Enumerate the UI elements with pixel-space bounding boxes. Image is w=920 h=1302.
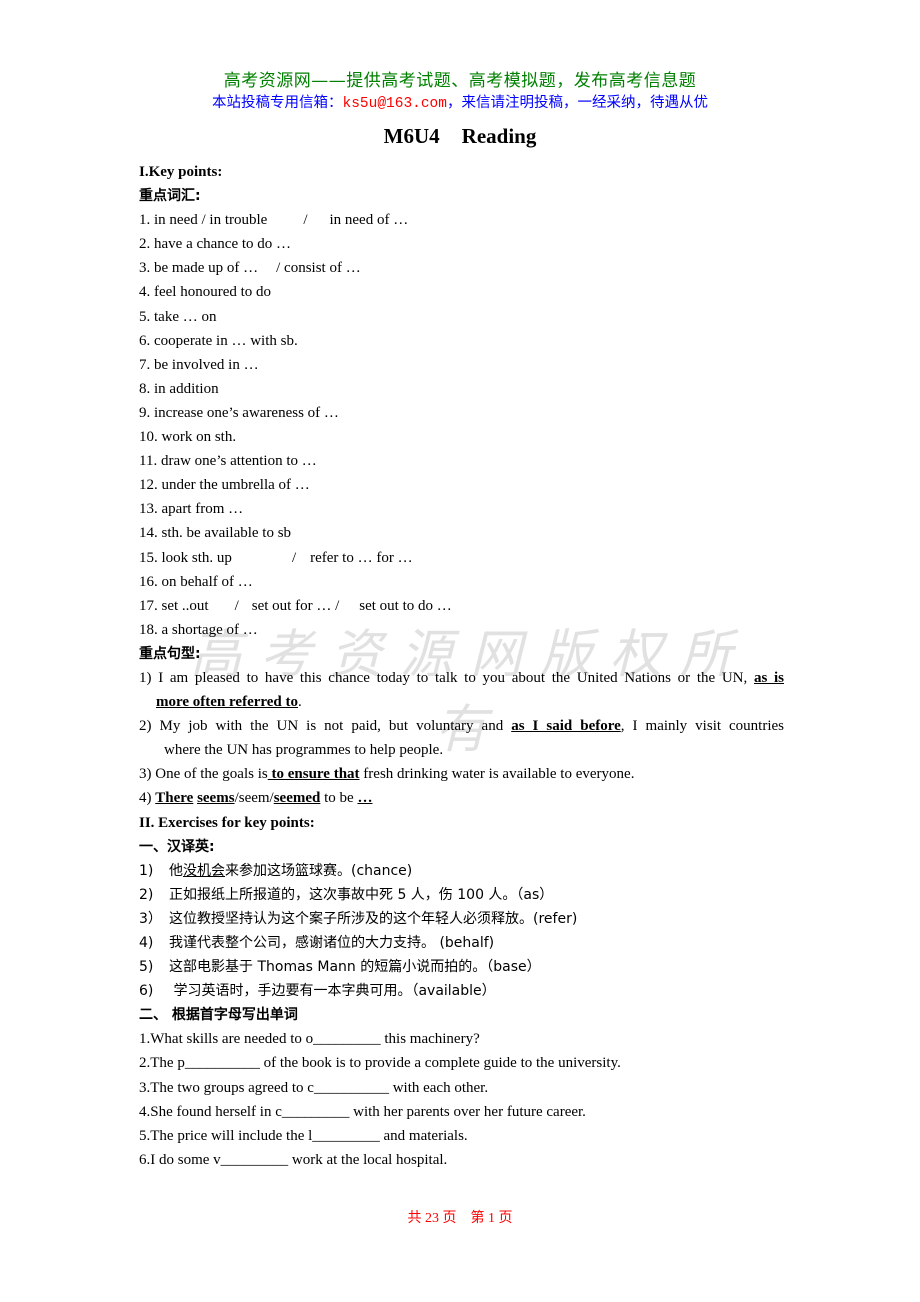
pattern-item: 4) There seems/seem/seemed to be …: [139, 790, 373, 807]
contact-email: ks5u@163.com: [342, 96, 447, 112]
vocab-item: 6. cooperate in … with sb.: [139, 332, 298, 349]
vocab-item: 4. feel honoured to do: [139, 284, 272, 301]
translate-item: 3） 这位教授坚持认为这个案子所涉及的这个年轻人必须释放。(refer): [139, 910, 578, 927]
notice-prefix: 本站投稿专用信箱：: [212, 95, 343, 111]
page-footer: 共 23 页第 1 页: [0, 1207, 920, 1227]
vocab-item: 7. be involved in …: [139, 356, 259, 373]
total-pages: 共 23 页: [407, 1211, 457, 1226]
title-code: M6U4: [383, 124, 440, 148]
translate-item: 6) 学习英语时，手边要有一本字典可用。（available）: [139, 983, 496, 1000]
pattern-item: 1) I am pleased to have this chance toda…: [139, 669, 785, 686]
vocab-item: 17. set ..out / set out for … / set out to …: [139, 597, 452, 614]
vocab-heading: 重点词汇:: [139, 188, 201, 205]
fill-heading: 二、 根据首字母写出单词: [139, 1007, 298, 1024]
pattern-item-cont: more often referred to.: [156, 694, 302, 711]
fill-item: 5.The price will include the l_________ …: [139, 1127, 468, 1144]
vocab-item: 2. have a chance to do …: [139, 236, 292, 253]
vocab-item: 3. be made up of … / consist of …: [139, 260, 361, 277]
title-word: Reading: [461, 124, 537, 148]
document-body: I.Key points: 重点词汇: 1. in need / in trou…: [139, 160, 784, 1172]
vocab-item: 8. in addition: [139, 380, 219, 397]
translate-heading: 一、汉译英:: [139, 838, 215, 855]
vocab-item: 10. work on sth.: [139, 429, 237, 446]
pattern-item-cont: where the UN has programmes to help peop…: [164, 742, 444, 759]
patterns-heading: 重点句型:: [139, 645, 201, 662]
fill-item: 1.What skills are needed to o_________ t…: [139, 1031, 480, 1048]
site-banner: 高考资源网——提供高考试题、高考模拟题，发布高考信息题: [223, 71, 697, 91]
fill-item: 2.The p__________ of the book is to prov…: [139, 1055, 621, 1072]
vocab-item: 16. on behalf of …: [139, 573, 253, 590]
vocab-item: 18. a shortage of …: [139, 621, 258, 638]
translate-item: 5) 这部电影基于 Thomas Mann 的短篇小说而拍的。（base）: [139, 959, 541, 976]
fill-item: 3.The two groups agreed to c__________ w…: [139, 1079, 489, 1096]
current-page: 第 1 页: [470, 1211, 513, 1226]
notice-suffix: ，来信请注明投稿，一经采纳，待遇从优: [446, 95, 708, 111]
translate-item: 2) 正如报纸上所报道的，这次事故中死 5 人，伤 100 人。（as）: [139, 886, 554, 903]
vocab-item: 12. under the umbrella of …: [139, 477, 310, 494]
translate-item: 4) 我谨代表整个公司，感谢诸位的大力支持。 (behalf): [139, 935, 495, 951]
vocab-item: 1. in need / in trouble / in need of …: [139, 212, 409, 229]
vocab-item: 13. apart from …: [139, 501, 244, 518]
vocab-item: 9. increase one’s awareness of …: [139, 404, 339, 421]
vocab-item: 5. take … on: [139, 308, 217, 325]
vocab-item: 14. sth. be available to sb: [139, 525, 292, 542]
vocab-item: 11. draw one’s attention to …: [139, 453, 317, 470]
fill-item: 4.She found herself in c_________ with h…: [139, 1103, 586, 1120]
submission-notice: 本站投稿专用信箱：ks5u@163.com，来信请注明投稿，一经采纳，待遇从优: [0, 91, 920, 112]
pattern-item: 3) One of the goals is to ensure that fr…: [139, 766, 635, 783]
pattern-item: 2) My job with the UN is not paid, but v…: [139, 718, 785, 735]
section-heading-exercises: II. Exercises for key points:: [139, 814, 315, 831]
fill-item: 6.I do some v_________ work at the local…: [139, 1151, 448, 1168]
section-heading-key-points: I.Key points:: [139, 164, 223, 180]
translate-item: 1) 他没机会来参加这场篮球赛。(chance): [139, 862, 413, 879]
document-title: M6U4 Reading: [0, 124, 920, 149]
vocab-item: 15. look sth. up / refer to … for …: [139, 549, 413, 566]
